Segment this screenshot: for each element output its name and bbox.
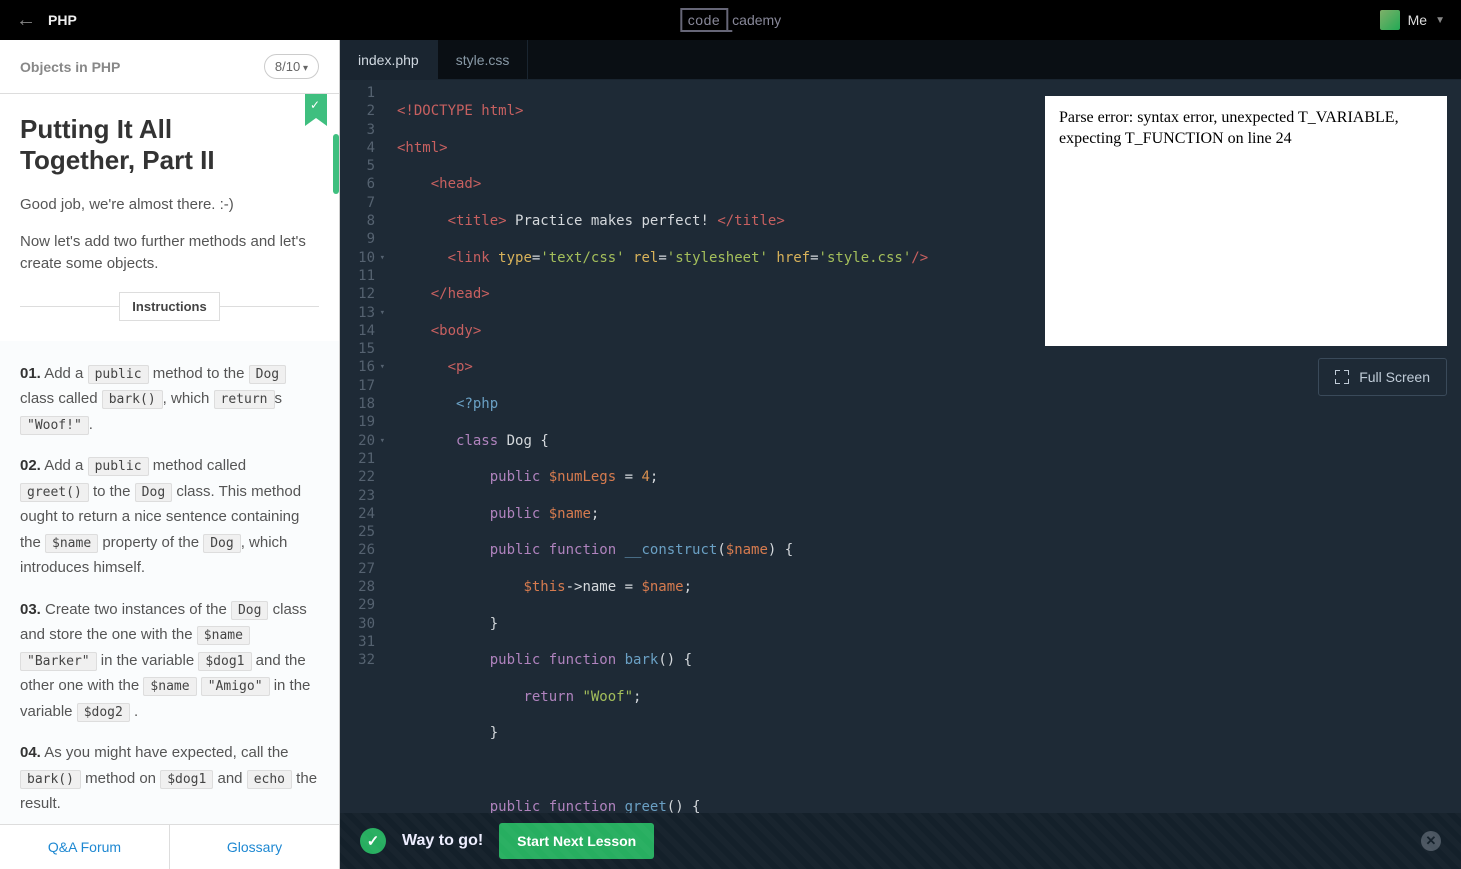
user-menu[interactable]: Me ▼ (1380, 10, 1445, 30)
instructions-header: Instructions (20, 292, 319, 321)
check-icon: ✓ (360, 828, 386, 854)
chevron-down-icon: ▼ (1435, 15, 1445, 26)
lesson-title: Putting It All Together, Part II (20, 114, 319, 176)
output-frame: Parse error: syntax error, unexpected T_… (1045, 96, 1447, 346)
progress-dropdown[interactable]: 8/10 (264, 54, 319, 79)
step-2: 02. Add a public method called greet() t… (20, 453, 319, 581)
fullscreen-button[interactable]: Full Screen (1318, 358, 1447, 396)
lesson-panel: Objects in PHP 8/10 Putting It All Toget… (0, 40, 340, 869)
step-4: 04. As you might have expected, call the… (20, 740, 319, 817)
editor-tabs: index.php style.css (340, 40, 1461, 80)
lesson-intro-2: Now let's add two further methods and le… (20, 231, 319, 276)
tab-style-css[interactable]: style.css (438, 40, 529, 79)
editor-area: index.php style.css 12345678910111213141… (340, 40, 1461, 869)
avatar (1380, 10, 1400, 30)
logo[interactable]: code cademy (680, 8, 781, 32)
fullscreen-icon (1335, 370, 1349, 384)
close-icon[interactable]: ✕ (1421, 831, 1441, 851)
error-message: Parse error: syntax error, unexpected T_… (1059, 109, 1399, 147)
lesson-intro-1: Good job, we're almost there. :-) (20, 194, 319, 217)
glossary-link[interactable]: Glossary (170, 825, 339, 869)
language-label: PHP (48, 12, 77, 28)
way-to-go-label: Way to go! (402, 832, 483, 850)
back-arrow-icon[interactable]: ← (16, 9, 36, 32)
start-next-lesson-button[interactable]: Start Next Lesson (499, 823, 654, 859)
qa-forum-link[interactable]: Q&A Forum (0, 825, 170, 869)
left-footer: Q&A Forum Glossary (0, 824, 339, 869)
instructions-body: 01. Add a public method to the Dog class… (0, 341, 339, 824)
section-header: Objects in PHP 8/10 (0, 40, 339, 94)
bottom-bar: ✓ Way to go! Start Next Lesson ✕ (340, 813, 1461, 869)
instructions-label: Instructions (119, 292, 219, 321)
lesson-scroll[interactable]: Putting It All Together, Part II Good jo… (0, 94, 339, 824)
step-1: 01. Add a public method to the Dog class… (20, 361, 319, 438)
section-title: Objects in PHP (20, 59, 120, 75)
logo-box: code (680, 8, 728, 32)
line-gutter: 1234567891011121314151617181920212223242… (340, 84, 385, 813)
step-3: 03. Create two instances of the Dog clas… (20, 597, 319, 725)
top-bar: ← PHP code cademy Me ▼ (0, 0, 1461, 40)
output-panel: Parse error: syntax error, unexpected T_… (1045, 96, 1447, 396)
tab-index-php[interactable]: index.php (340, 40, 438, 79)
username: Me (1408, 12, 1427, 28)
logo-text: cademy (732, 12, 781, 28)
